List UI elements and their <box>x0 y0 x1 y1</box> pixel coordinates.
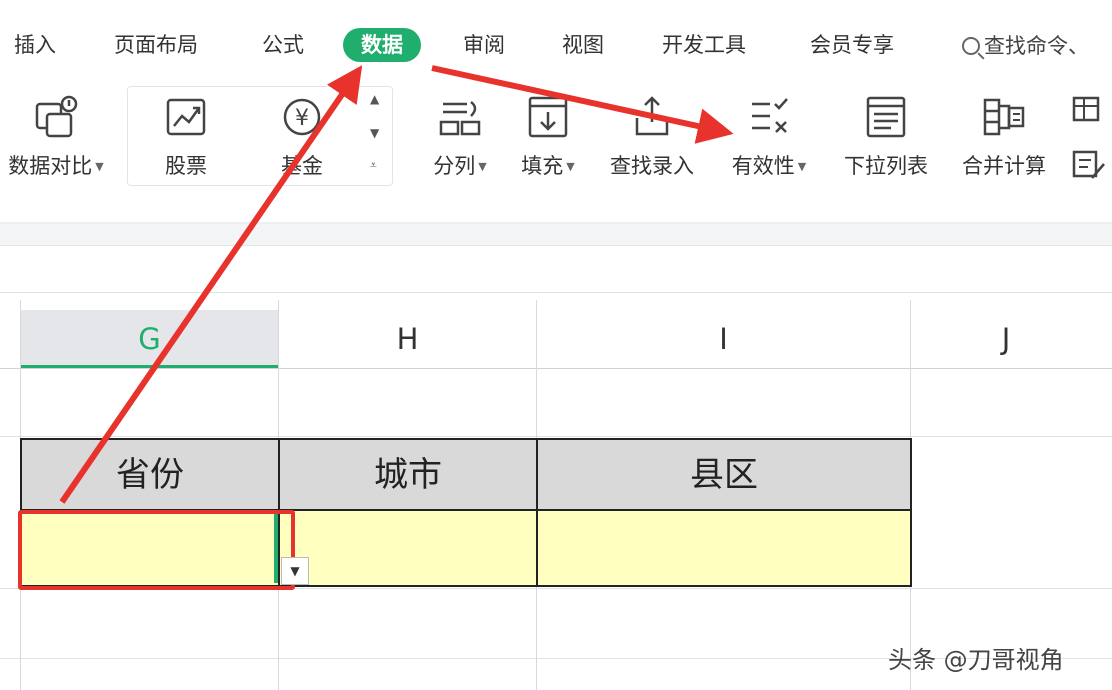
grid-line <box>0 292 1112 293</box>
gallery-scroll[interactable]: ▲ ▼ ⩡ <box>362 86 392 186</box>
compare-icon <box>35 95 78 138</box>
tab-view[interactable]: 视图 <box>562 28 604 62</box>
consolidate-icon <box>983 98 1025 136</box>
grid-line <box>0 436 1112 437</box>
tab-data[interactable]: 数据 <box>343 28 421 62</box>
tab-member[interactable]: 会员专享 <box>810 28 894 62</box>
validity-label: 有效性 <box>731 154 795 178</box>
column-header-j[interactable]: J <box>911 310 1101 368</box>
column-header-g[interactable]: G <box>21 310 278 368</box>
lookup-entry-icon <box>635 96 669 136</box>
split-button[interactable]: 分列 ▼ <box>418 88 502 188</box>
stock-label: 股票 <box>165 154 207 178</box>
stock-button[interactable]: 股票 <box>140 88 232 188</box>
highlight-box <box>18 510 295 590</box>
header-cell-city[interactable]: 城市 <box>278 438 538 511</box>
formula-bar-area <box>0 224 1112 246</box>
lookup-entry-button[interactable]: 查找录入 <box>604 88 700 188</box>
chevron-down-icon: ▼ <box>95 160 104 173</box>
tab-review[interactable]: 审阅 <box>463 28 505 62</box>
data-cell-district[interactable] <box>536 509 912 587</box>
consolidate-label: 合并计算 <box>962 154 1046 178</box>
scroll-up-icon[interactable]: ▲ <box>370 92 379 106</box>
tab-insert[interactable]: 插入 <box>14 28 56 62</box>
chevron-down-icon: ▼ <box>797 160 807 173</box>
fill-button[interactable]: 填充 ▼ <box>506 88 590 188</box>
fill-label: 填充 <box>521 154 564 178</box>
scroll-down-icon[interactable]: ▼ <box>370 126 379 140</box>
tab-developer[interactable]: 开发工具 <box>662 28 746 62</box>
chevron-down-icon: ▼ <box>566 160 575 173</box>
cell-dropdown-button[interactable]: ▼ <box>281 557 309 585</box>
watermark: 头条 @刀哥视角 <box>888 646 1064 674</box>
search-icon <box>962 37 980 55</box>
fund-label: 基金 <box>281 154 323 178</box>
split-label: 分列 <box>433 154 476 178</box>
column-header-h[interactable]: H <box>279 310 536 368</box>
dropdown-list-label: 下拉列表 <box>844 154 928 178</box>
tab-formulas[interactable]: 公式 <box>262 28 304 62</box>
more-tools-icon[interactable] <box>1070 94 1110 184</box>
fund-button[interactable]: ¥ 基金 <box>256 88 348 188</box>
expand-gallery-icon[interactable]: ⩡ <box>370 158 377 173</box>
consolidate-button[interactable]: 合并计算 <box>954 88 1054 188</box>
compare-button[interactable]: 数据对比 ▼ <box>0 88 112 188</box>
grid-line <box>0 368 1112 369</box>
ribbon: 插入 页面布局 公式 数据 审阅 视图 开发工具 会员专享 查找命令、 数据对比… <box>0 0 1112 222</box>
header-cell-district[interactable]: 县区 <box>536 438 912 511</box>
validation-icon <box>752 98 788 133</box>
search-label: 查找命令、 <box>984 34 1089 58</box>
dropdown-list-icon <box>866 96 906 138</box>
column-header-i[interactable]: I <box>537 310 910 368</box>
compare-label: 数据对比 <box>8 154 93 178</box>
svg-text:¥: ¥ <box>295 106 309 131</box>
data-cell-city[interactable] <box>278 509 538 587</box>
ribbon-tabs: 插入 页面布局 公式 数据 审阅 视图 开发工具 会员专享 查找命令、 <box>0 0 1112 80</box>
yen-coin-icon: ¥ <box>283 98 321 136</box>
validity-button[interactable]: 有效性 ▼ <box>722 88 816 188</box>
stock-chart-icon <box>166 98 206 136</box>
fill-down-icon <box>528 96 568 138</box>
split-columns-icon <box>439 101 481 136</box>
header-cell-province[interactable]: 省份 <box>20 438 280 511</box>
tab-page-layout[interactable]: 页面布局 <box>114 28 198 62</box>
chevron-down-icon: ▼ <box>478 160 487 173</box>
lookup-entry-label: 查找录入 <box>610 154 694 178</box>
search-command[interactable]: 查找命令、 <box>962 30 1089 62</box>
dropdown-list-button[interactable]: 下拉列表 <box>836 88 936 188</box>
